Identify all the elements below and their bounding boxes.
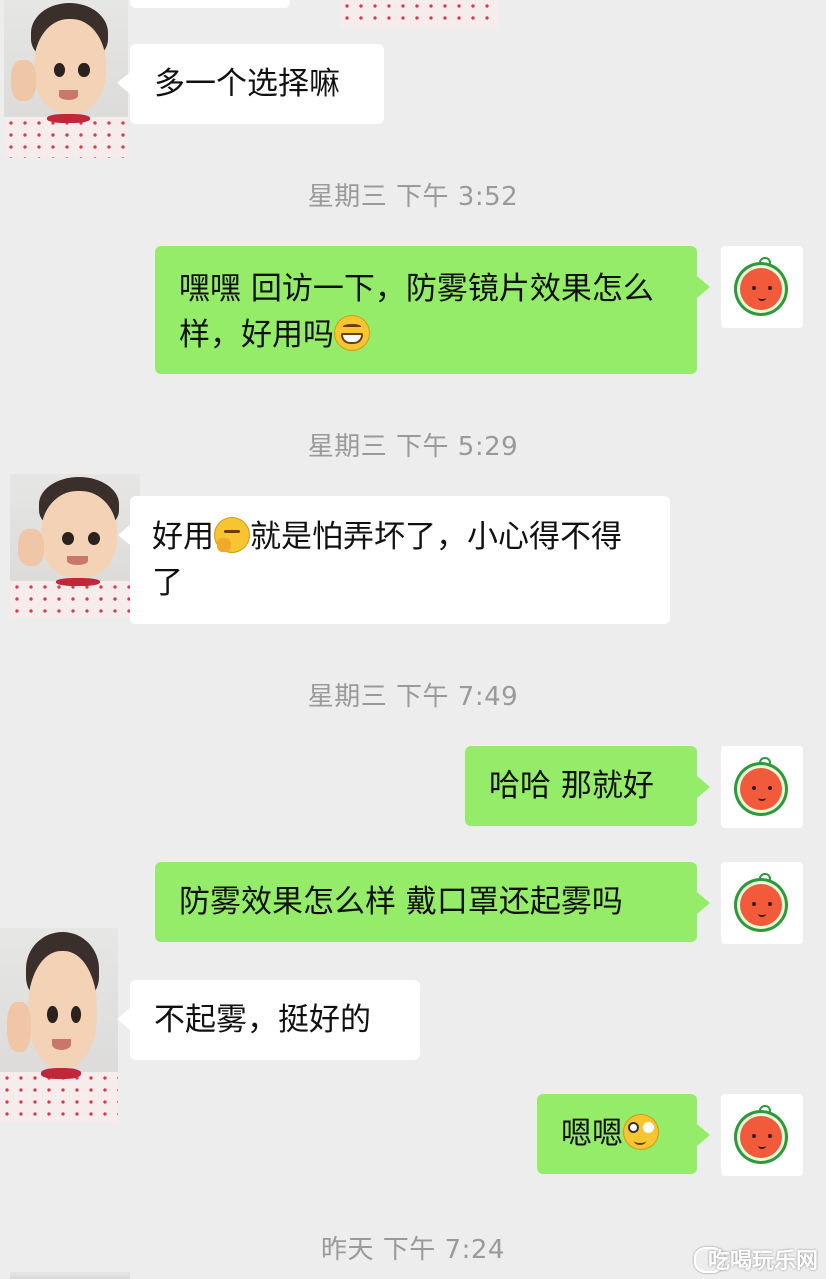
message-text: 防雾效果怎么样 戴口罩还起雾吗 xyxy=(179,884,623,920)
message-bubble-outgoing[interactable]: 哈哈 那就好 xyxy=(465,746,697,826)
bubble-tail xyxy=(117,72,130,94)
message-text: 嘿嘿 回访一下，防雾镜片效果怎么样，好用吗 xyxy=(179,271,654,353)
partial-top-image[interactable] xyxy=(340,0,498,28)
bubble-tail xyxy=(697,276,710,298)
my-avatar-watermelon[interactable] xyxy=(721,746,803,828)
message-bubble-outgoing[interactable]: 嗯嗯 xyxy=(537,1094,697,1174)
wide-eyes-emoji-icon xyxy=(623,1114,659,1150)
my-avatar-watermelon[interactable] xyxy=(721,246,803,328)
my-avatar-watermelon[interactable] xyxy=(721,862,803,944)
bubble-tail xyxy=(697,1124,710,1146)
timestamp: 星期三 下午 3:52 xyxy=(307,182,519,212)
message-bubble-outgoing[interactable]: 防雾效果怎么样 戴口罩还起雾吗 xyxy=(155,862,697,942)
message-text: 多一个选择嘛 xyxy=(154,66,340,102)
bubble-tail xyxy=(117,1008,130,1030)
contact-avatar[interactable] xyxy=(10,474,140,618)
bubble-tail xyxy=(697,776,710,798)
grin-emoji-icon xyxy=(334,315,370,351)
message-text: 嗯嗯 xyxy=(561,1116,623,1152)
timestamp: 星期三 下午 7:49 xyxy=(307,682,519,712)
message-text: 好用 xyxy=(152,519,214,555)
message-bubble-incoming[interactable]: 多一个选择嘛 xyxy=(130,44,384,124)
my-avatar-watermelon[interactable] xyxy=(721,1094,803,1176)
thinking-emoji-icon xyxy=(214,517,250,553)
message-bubble-outgoing[interactable]: 嘿嘿 回访一下，防雾镜片效果怎么样，好用吗 xyxy=(155,246,697,374)
message-text: 不起雾，挺好的 xyxy=(154,1002,371,1038)
timestamp: 星期三 下午 5:29 xyxy=(307,432,519,462)
partial-top-bubble xyxy=(130,0,290,8)
message-bubble-incoming[interactable]: 不起雾，挺好的 xyxy=(130,980,420,1060)
bubble-tail xyxy=(697,892,710,914)
contact-avatar-partial[interactable] xyxy=(10,1272,130,1279)
contact-avatar[interactable] xyxy=(4,0,128,158)
message-bubble-incoming[interactable]: 好用 就是怕弄坏了，小心得不得了 xyxy=(130,496,670,624)
message-text: 哈哈 那就好 xyxy=(489,768,654,804)
contact-avatar[interactable] xyxy=(0,928,118,1122)
watermark-text: 吃喝玩乐网 xyxy=(707,1249,818,1274)
